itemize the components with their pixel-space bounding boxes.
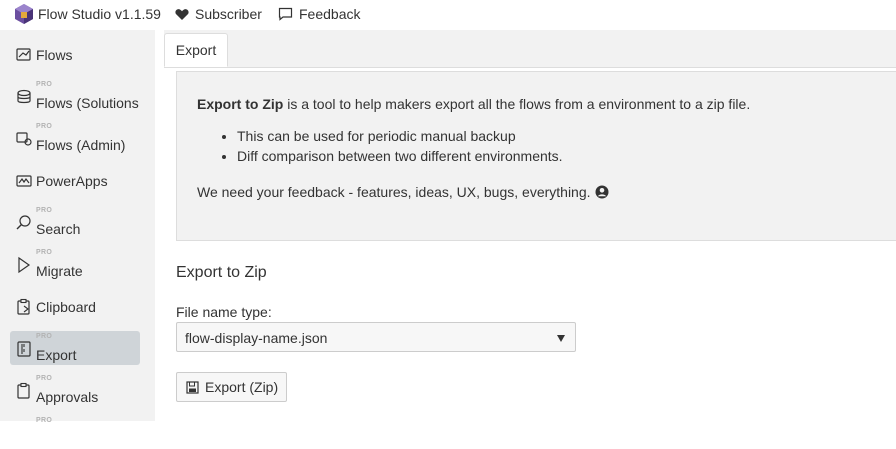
feedback-note: We need your feedback - features, ideas,… <box>197 184 609 200</box>
section-title: Export to Zip <box>176 264 267 281</box>
clipboard-icon <box>17 298 30 315</box>
feedback-label: Feedback <box>299 6 361 22</box>
feedback-link[interactable]: Feedback <box>278 0 360 28</box>
sidebar-item-export[interactable]: PRO Export <box>10 331 140 365</box>
pro-badge: PRO <box>36 333 53 340</box>
app-title[interactable]: Flow Studio v1.1.59 <box>38 0 161 28</box>
intro-text: Export to Zip is a tool to help makers e… <box>197 96 750 112</box>
intro-bold: Export to Zip <box>197 96 284 112</box>
pro-badge: PRO <box>36 207 53 214</box>
heart-icon <box>175 8 189 20</box>
tab-strip <box>164 30 896 68</box>
sidebar-item-label: Migrate <box>36 263 83 279</box>
export-icon <box>17 341 31 357</box>
sidebar-item-search[interactable]: PRO Search <box>10 205 140 239</box>
sidebar-item-label: Export <box>36 347 77 363</box>
sidebar-item-label: Clipboard <box>36 299 96 315</box>
sidebar-item-label: Search <box>36 221 81 237</box>
save-icon <box>186 380 199 394</box>
flow-studio-logo-icon[interactable] <box>13 3 35 25</box>
file-name-type-label: File name type: <box>176 304 272 320</box>
sidebar-item-clipboard[interactable]: Clipboard <box>10 289 140 323</box>
flows-icon <box>16 48 31 61</box>
approvals-icon <box>17 382 30 399</box>
pro-badge: PRO <box>36 375 53 382</box>
list-item: This can be used for periodic manual bac… <box>237 128 563 148</box>
list-item: Diff comparison between two different en… <box>237 148 563 168</box>
select-value: flow-display-name.json <box>185 330 328 346</box>
play-icon <box>18 256 31 274</box>
pro-badge: PRO <box>36 123 53 130</box>
sidebar-item-label: Flows (Admin) <box>36 137 126 153</box>
sidebar-item-powerapps[interactable]: PowerApps <box>10 163 140 197</box>
subscriber-link[interactable]: Subscriber <box>175 0 262 28</box>
powerapps-icon <box>16 175 32 187</box>
caret-down-icon <box>557 335 565 342</box>
intro-rest: is a tool to help makers export all the … <box>283 96 751 112</box>
subscriber-label: Subscriber <box>195 6 262 22</box>
sidebar-item-flows[interactable]: Flows <box>10 37 140 71</box>
feedback-text: We need your feedback - features, ideas,… <box>197 184 591 200</box>
admin-icon <box>16 132 32 146</box>
sidebar-item-more[interactable]: PRO <box>10 415 140 449</box>
user-circle-icon[interactable] <box>595 185 609 199</box>
speech-bubble-icon <box>278 7 293 21</box>
sidebar-item-label: Flows (Solutions <box>36 95 139 111</box>
sidebar-item-approvals[interactable]: PRO Approvals <box>10 373 140 407</box>
pro-badge: PRO <box>36 249 53 256</box>
file-name-type-select[interactable]: flow-display-name.json <box>176 322 576 352</box>
sidebar-item-label: PowerApps <box>36 173 108 189</box>
sidebar-divider <box>155 30 164 421</box>
export-zip-label: Export (Zip) <box>205 379 279 395</box>
top-bar: Flow Studio v1.1.59 Subscriber Feedback <box>0 0 896 30</box>
pro-badge: PRO <box>36 81 53 88</box>
export-zip-button[interactable]: Export (Zip) <box>176 372 287 402</box>
sidebar-item-flows-solutions[interactable]: PRO Flows (Solutions <box>10 79 140 113</box>
info-panel: Export to Zip is a tool to help makers e… <box>176 71 896 241</box>
sidebar-item-label: Flows <box>36 47 73 63</box>
tab-export[interactable]: Export <box>164 33 228 67</box>
sidebar: Flows PRO Flows (Solutions PRO Flows (Ad… <box>0 30 155 424</box>
feature-list: This can be used for periodic manual bac… <box>217 128 563 168</box>
sidebar-item-flows-admin[interactable]: PRO Flows (Admin) <box>10 121 140 155</box>
sidebar-item-label: Approvals <box>36 389 99 405</box>
search-icon <box>16 215 31 230</box>
solutions-icon <box>17 89 31 104</box>
sidebar-item-migrate[interactable]: PRO Migrate <box>10 247 140 281</box>
